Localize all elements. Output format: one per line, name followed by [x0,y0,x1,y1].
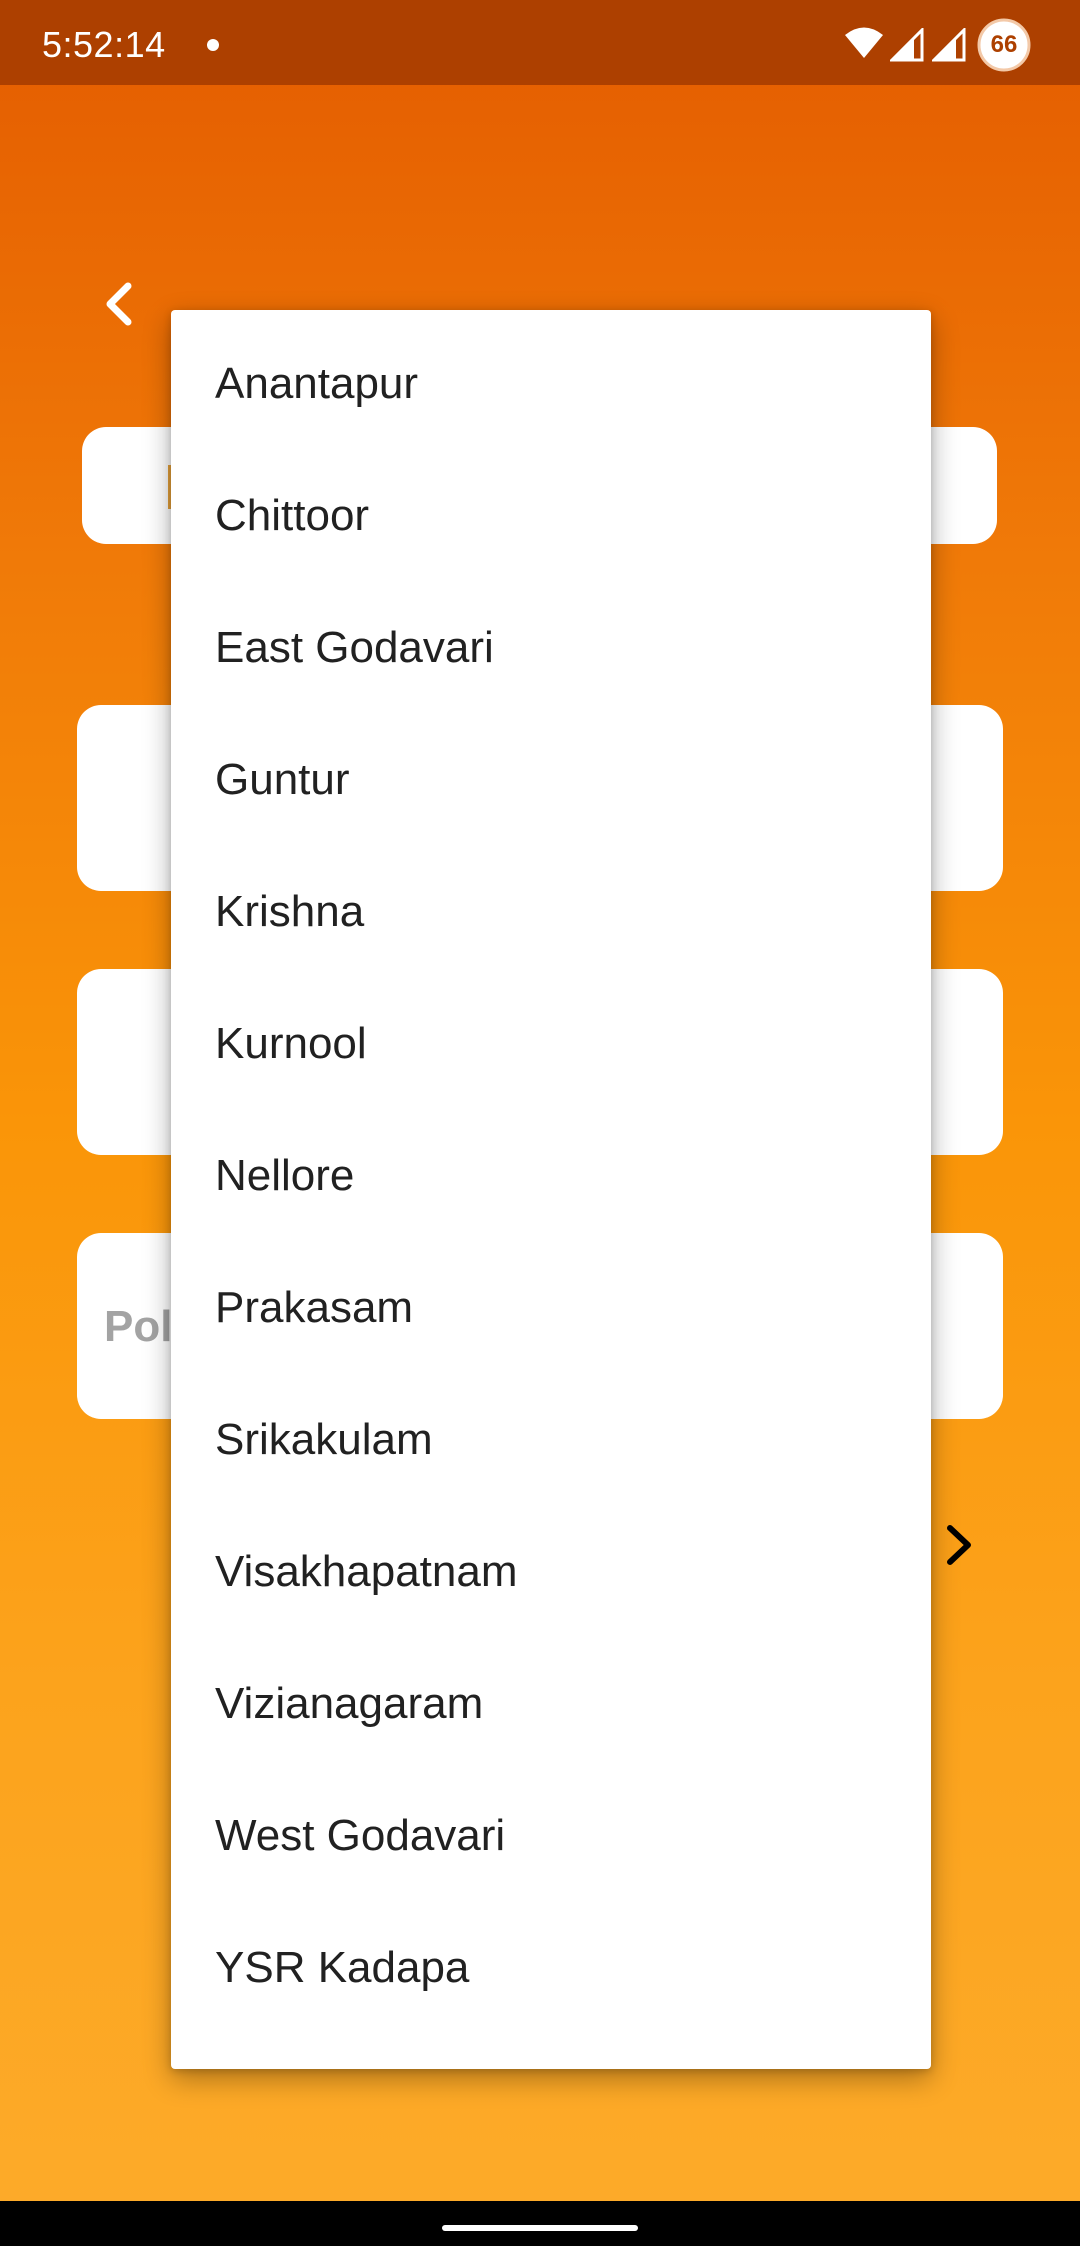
home-gesture-handle[interactable] [442,2225,638,2231]
dropdown-item[interactable]: Nellore [171,1110,931,1242]
dropdown-item[interactable]: Guntur [171,714,931,846]
dropdown-item[interactable]: Chittoor [171,450,931,582]
battery-level: 66 [990,31,1018,58]
signal-icon [890,28,924,62]
dropdown-item[interactable]: Anantapur [171,318,931,450]
signal-icon [932,28,966,62]
dropdown-item[interactable]: YSR Kadapa [171,1902,931,2034]
dropdown-item[interactable]: Prakasam [171,1242,931,1374]
status-time: 5:52:14 [42,24,166,65]
back-button[interactable] [90,270,150,340]
navigation-bar [0,2201,1080,2246]
district-dropdown-menu: Anantapur Chittoor East Godavari Guntur … [171,310,931,2069]
dropdown-item[interactable]: Krishna [171,846,931,978]
dropdown-item[interactable]: East Godavari [171,582,931,714]
next-button[interactable] [936,1518,984,1572]
dropdown-item[interactable]: Visakhapatnam [171,1506,931,1638]
status-bar: 5:52:14 66 [0,0,1080,85]
dropdown-item[interactable]: West Godavari [171,1770,931,1902]
field-label: Pol [104,1302,173,1351]
notification-dot-icon [207,39,219,51]
dropdown-item[interactable]: Vizianagaram [171,1638,931,1770]
dropdown-item[interactable]: Kurnool [171,978,931,1110]
dropdown-item[interactable]: Srikakulam [171,1374,931,1506]
wifi-icon [845,27,883,58]
